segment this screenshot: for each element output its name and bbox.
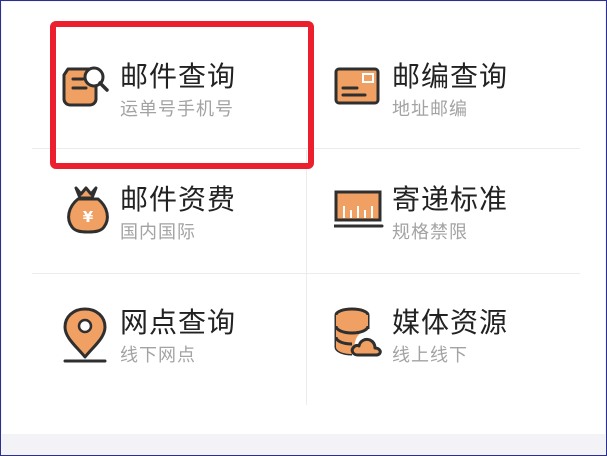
tile-postcode-query[interactable]: 邮编查询 地址邮编 [334,59,594,159]
ruler-scale-icon [332,182,394,242]
tile-title: 邮件资费 [120,183,237,216]
highlight-box [50,21,314,169]
tile-subtitle: 规格禁限 [392,222,468,243]
tile-subtitle: 线上线下 [392,345,468,366]
tile-title: 网点查询 [120,306,237,339]
tile-title: 寄递标准 [392,183,509,216]
money-bag-icon: ¥ [62,182,122,242]
tile-subtitle: 线下网点 [120,345,196,366]
svg-text:¥: ¥ [83,208,94,226]
tile-media-resources[interactable]: 媒体资源 线上线下 [334,305,594,405]
bottom-strip [2,434,605,455]
tile-subtitle: 国内国际 [120,222,196,243]
tile-postage-rates[interactable]: ¥ 邮件资费 国内国际 [62,182,322,282]
database-cloud-icon [334,305,394,365]
postcode-card-icon [334,59,394,119]
screenshot-frame: 邮件查询 运单号手机号 邮编查询 地址邮编 ¥ 邮件资费 国内国际 寄递标准 规… [0,0,607,456]
services-grid: 邮件查询 运单号手机号 邮编查询 地址邮编 ¥ 邮件资费 国内国际 寄递标准 规… [2,2,605,434]
location-pin-icon [62,305,122,365]
tile-shipping-standards[interactable]: 寄递标准 规格禁限 [332,182,594,282]
tile-title: 邮编查询 [392,60,509,93]
tile-title: 媒体资源 [392,306,509,339]
tile-outlet-query[interactable]: 网点查询 线下网点 [62,305,322,405]
tile-subtitle: 地址邮编 [392,99,468,120]
